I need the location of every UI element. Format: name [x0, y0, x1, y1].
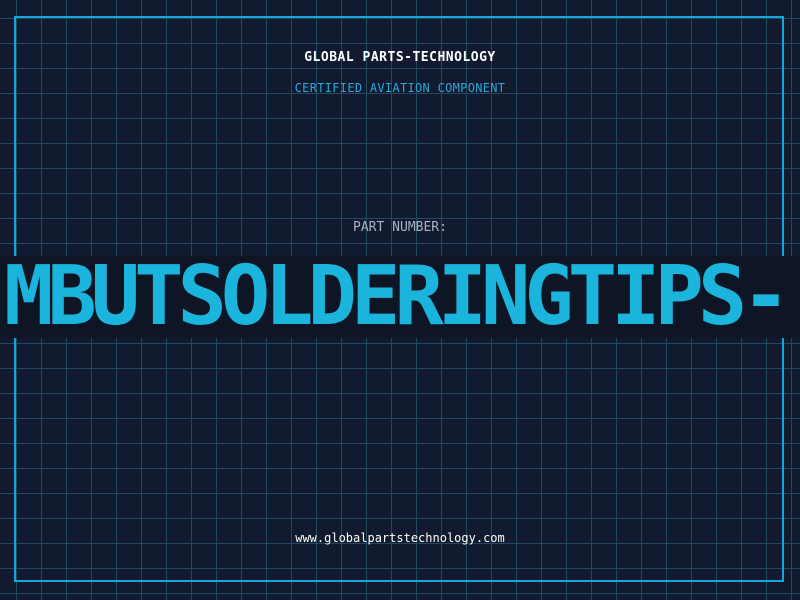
part-number-label: PART NUMBER:: [353, 220, 447, 235]
part-number-band: MBUTSOLDERINGTIPS-: [0, 256, 800, 338]
company-name: GLOBAL PARTS-TECHNOLOGY: [304, 50, 496, 65]
website-url: www.globalpartstechnology.com: [295, 531, 505, 545]
certification-subtitle: CERTIFIED AVIATION COMPONENT: [294, 81, 506, 95]
part-number-value: MBUTSOLDERINGTIPS-: [4, 256, 791, 338]
